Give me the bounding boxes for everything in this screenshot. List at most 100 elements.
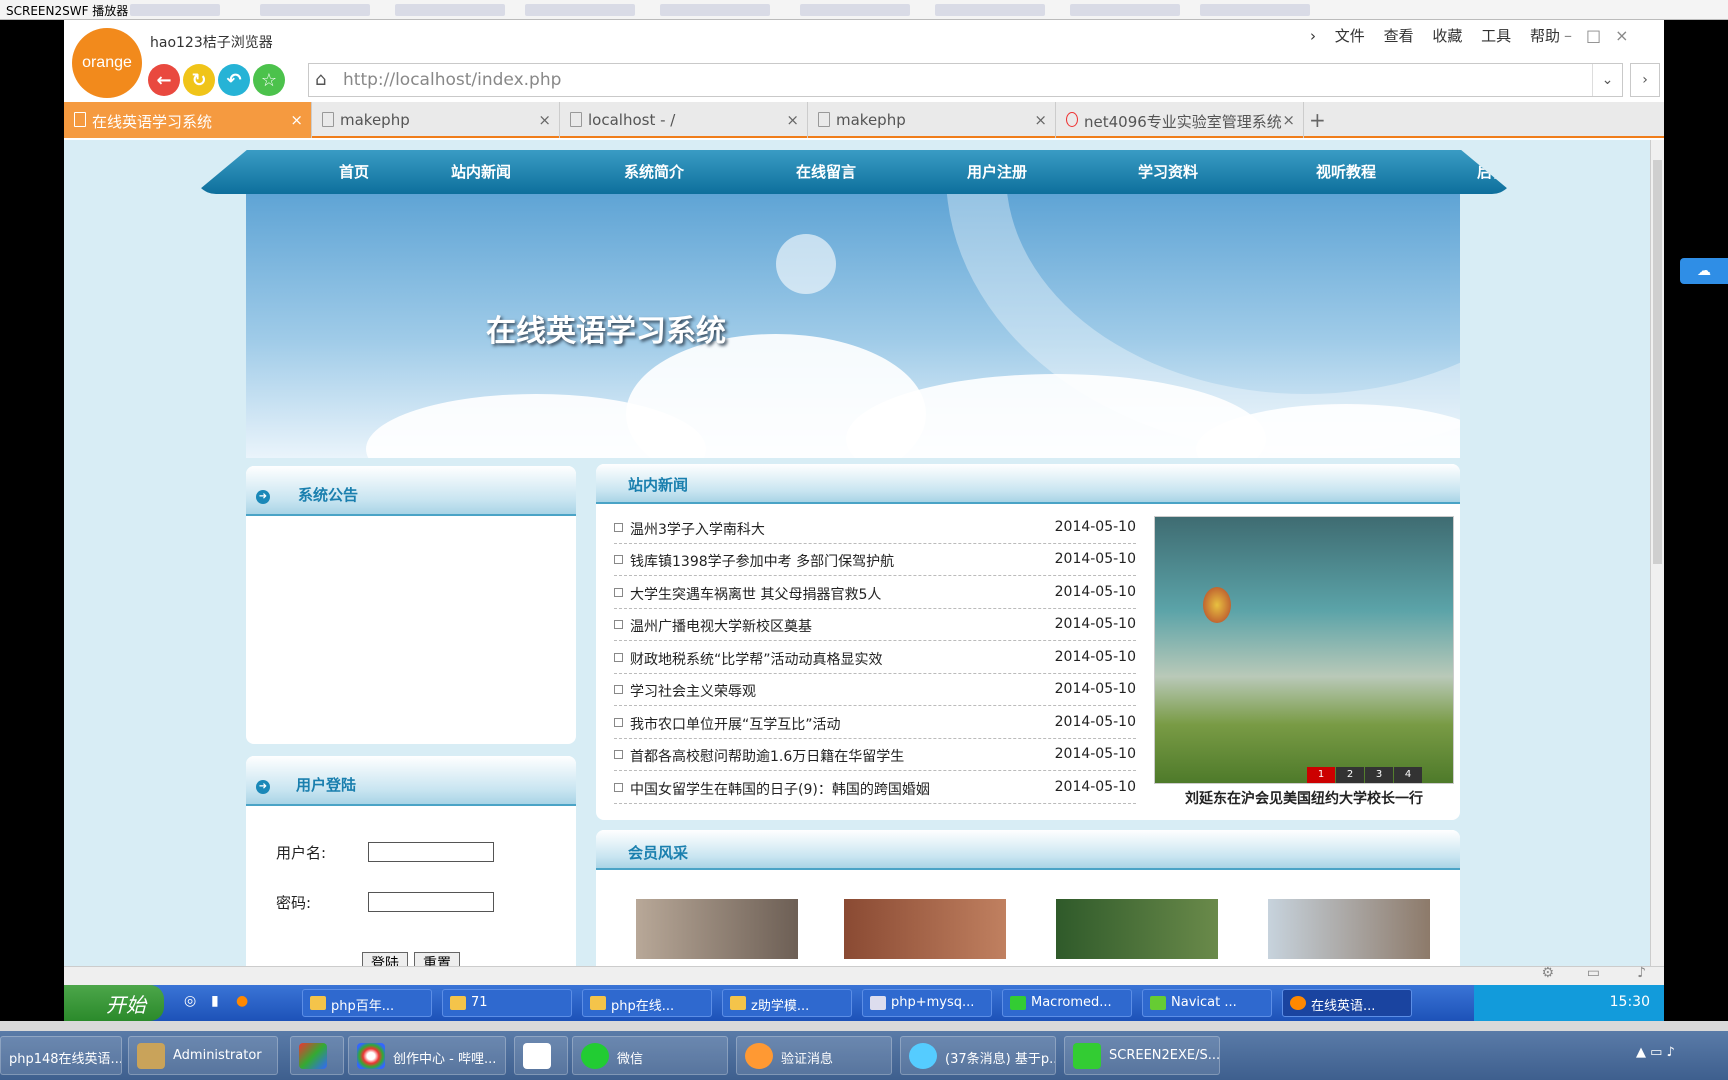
maximize-icon[interactable]: □ (1586, 26, 1615, 45)
taskbar-item[interactable]: php+mysq... (862, 989, 992, 1017)
back-button[interactable]: ← (148, 64, 180, 96)
menu-view[interactable]: 查看 (1384, 27, 1414, 45)
news-title-text[interactable]: 大学生突遇车祸离世 其父母捐器官救5人 (630, 584, 881, 604)
close-icon[interactable]: × (786, 111, 799, 129)
close-icon[interactable]: × (1615, 26, 1642, 45)
nav-admin[interactable]: 后台 (1477, 161, 1507, 182)
taskbar-item[interactable]: 71 (442, 989, 572, 1017)
nav-home[interactable]: 首页 (339, 161, 369, 182)
cloud-icon[interactable]: ☁ (1680, 258, 1728, 284)
news-title-text[interactable]: 我市农口单位开展“互学互比”活动 (630, 714, 841, 734)
tab-makephp-2[interactable]: makephp × (808, 102, 1056, 138)
nav-news[interactable]: 站内新闻 (451, 161, 511, 182)
tab-makephp[interactable]: makephp × (312, 102, 560, 138)
favorite-button[interactable]: ☆ (253, 64, 285, 96)
close-icon[interactable]: × (290, 111, 303, 129)
nav-materials[interactable]: 学习资料 (1138, 161, 1198, 182)
news-title-text[interactable]: 中国女留学生在韩国的日子(9)：韩国的跨国婚姻 (630, 779, 930, 799)
gear-icon[interactable]: ⚙ (1541, 965, 1554, 981)
news-slideshow[interactable]: 1 2 3 4 (1154, 516, 1454, 784)
news-row[interactable]: 温州3学子入学南科大 2014-05-10 (614, 512, 1136, 544)
tab-english-system[interactable]: 在线英语学习系统 × (64, 102, 312, 138)
minimize-icon[interactable]: – (1564, 26, 1586, 45)
tray-icons[interactable]: ▲ ▭ ♪ (1636, 1045, 1675, 1060)
news-row[interactable]: 财政地税系统“比学帮”活动动真格显实效 2014-05-10 (614, 642, 1136, 674)
slide-page-1[interactable]: 1 (1307, 767, 1335, 783)
nav-register[interactable]: 用户注册 (967, 161, 1027, 182)
news-row[interactable]: 中国女留学生在韩国的日子(9)：韩国的跨国婚姻 2014-05-10 (614, 772, 1136, 804)
taskbar-pinned[interactable] (290, 1036, 344, 1075)
taskbar-item[interactable]: 微信 (572, 1036, 728, 1075)
tab-label: 在线英语学习系统 (92, 113, 213, 131)
news-title-text[interactable]: 首都各高校慰问帮助逾1.6万日籍在华留学生 (630, 746, 904, 766)
reset-button[interactable]: 重置 (414, 952, 460, 966)
url-input[interactable] (343, 68, 1543, 92)
menu-help[interactable]: 帮助 (1530, 27, 1560, 45)
taskbar-item[interactable]: php148在线英语... (0, 1036, 122, 1075)
slide-page-3[interactable]: 3 (1365, 767, 1393, 783)
password-input[interactable] (368, 892, 494, 912)
home-icon[interactable]: ⌂ (315, 69, 326, 90)
scroll-thumb[interactable] (1653, 160, 1662, 564)
taskbar-item[interactable]: z助学模... (722, 989, 852, 1017)
orange-browser-icon[interactable]: ● (236, 993, 248, 1009)
taskbar-item[interactable]: Macromed... (1002, 989, 1132, 1017)
news-row[interactable]: 学习社会主义荣辱观 2014-05-10 (614, 674, 1136, 706)
screen-icon[interactable]: ▭ (1587, 965, 1600, 981)
menu-tools[interactable]: 工具 (1481, 27, 1511, 45)
undo-button[interactable]: ↶ (218, 64, 250, 96)
news-row[interactable]: 我市农口单位开展“互学互比”活动 2014-05-10 (614, 707, 1136, 739)
close-icon[interactable]: × (1034, 111, 1047, 129)
volume-icon[interactable]: ♪ (1637, 965, 1646, 981)
member-photo[interactable] (844, 899, 1006, 959)
taskbar-item[interactable]: (37条消息) 基于p... (900, 1036, 1056, 1075)
vertical-scrollbar[interactable] (1650, 140, 1664, 966)
news-row[interactable]: 首都各高校慰问帮助逾1.6万日籍在华留学生 2014-05-10 (614, 739, 1136, 771)
username-input[interactable] (368, 842, 494, 862)
news-row[interactable]: 温州广播电视大学新校区奠基 2014-05-10 (614, 609, 1136, 641)
go-button[interactable]: › (1630, 63, 1660, 97)
taskbar-item[interactable]: php百年... (302, 989, 432, 1017)
quick-launch-icon[interactable]: ▮ (211, 993, 219, 1009)
menu-file[interactable]: 文件 (1335, 27, 1365, 45)
refresh-button[interactable]: ↻ (183, 64, 215, 96)
slide-caption[interactable]: 刘延东在沪会见美国纽约大学校长一行 (1154, 788, 1454, 808)
chevron-down-icon[interactable]: ⌄ (1592, 64, 1622, 96)
taskbar-pinned[interactable] (514, 1036, 568, 1075)
taskbar-item[interactable]: SCREEN2EXE/S... (1064, 1036, 1220, 1075)
member-photo[interactable] (1056, 899, 1218, 959)
news-title-text[interactable]: 钱库镇1398学子参加中考 多部门保驾护航 (630, 551, 894, 571)
new-tab-button[interactable]: + (1309, 108, 1326, 132)
nav-intro[interactable]: 系统简介 (624, 161, 684, 182)
taskbar-item[interactable]: php在线... (582, 989, 712, 1017)
login-button[interactable]: 登陆 (362, 952, 408, 966)
taskbar-item[interactable]: 验证消息 (736, 1036, 892, 1075)
member-photo[interactable] (636, 899, 798, 959)
address-bar: ⌂ ⌄ (308, 63, 1623, 97)
taskbar-item-active[interactable]: 在线英语... (1282, 989, 1412, 1017)
taskbar-item[interactable]: Administrator (128, 1036, 278, 1075)
member-photo[interactable] (1268, 899, 1430, 959)
slide-page-4[interactable]: 4 (1394, 767, 1422, 783)
news-row[interactable]: 钱库镇1398学子参加中考 多部门保驾护航 2014-05-10 (614, 544, 1136, 576)
news-row[interactable]: 大学生突遇车祸离世 其父母捐器官救5人 2014-05-10 (614, 577, 1136, 609)
start-button[interactable]: 开始 (64, 985, 164, 1021)
menu-chevron-icon[interactable]: › (1310, 27, 1316, 45)
nav-message[interactable]: 在线留言 (796, 161, 856, 182)
news-title-text[interactable]: 学习社会主义荣辱观 (630, 681, 756, 701)
tab-localhost[interactable]: localhost - / × (560, 102, 808, 138)
news-title-text[interactable]: 温州广播电视大学新校区奠基 (630, 616, 812, 636)
taskbar-item[interactable]: 创作中心 - 哔哩... (348, 1036, 506, 1075)
menu-favorites[interactable]: 收藏 (1432, 27, 1462, 45)
nav-tutorials[interactable]: 视听教程 (1316, 161, 1376, 182)
news-title-text[interactable]: 温州3学子入学南科大 (630, 519, 765, 539)
browser-logo: orange (72, 28, 142, 98)
news-title-text[interactable]: 财政地税系统“比学帮”活动动真格显实效 (630, 649, 883, 669)
slide-page-2[interactable]: 2 (1336, 767, 1364, 783)
taskbar-item[interactable]: Navicat ... (1142, 989, 1272, 1017)
quick-launch-icon[interactable]: ◎ (184, 993, 196, 1009)
tab-net4096[interactable]: net4096专业实验室管理系统 × (1056, 102, 1304, 138)
close-icon[interactable]: × (1282, 111, 1295, 129)
taskbar-outer: php148在线英语... Administrator 创作中心 - 哔哩...… (0, 1031, 1728, 1080)
close-icon[interactable]: × (538, 111, 551, 129)
